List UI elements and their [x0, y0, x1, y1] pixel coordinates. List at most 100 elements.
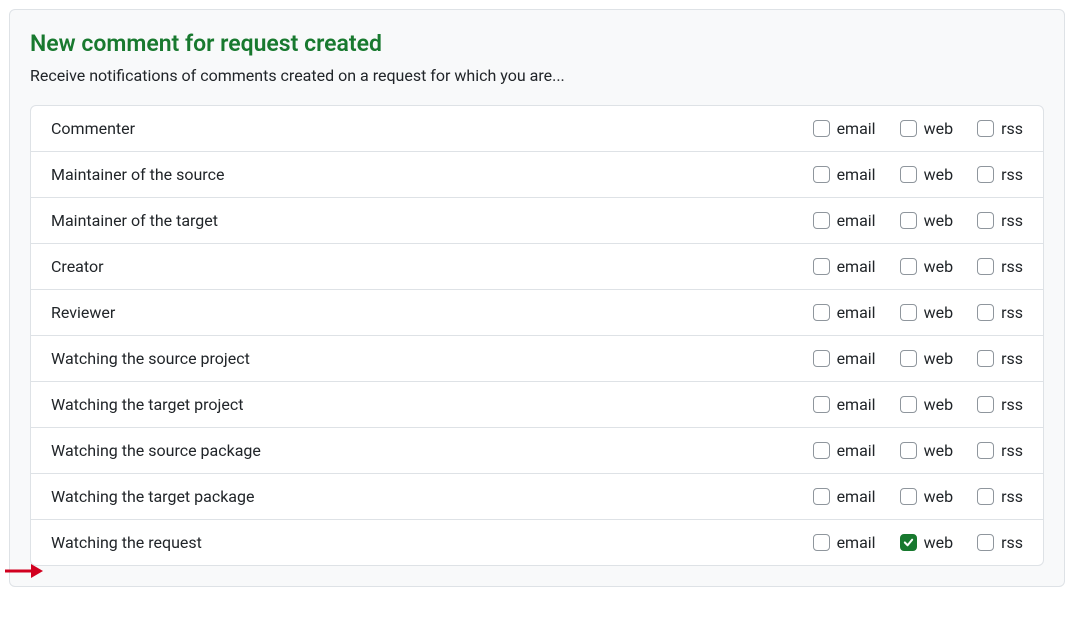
section-subtitle: Receive notifications of comments create…: [30, 66, 1044, 85]
rss-checkbox[interactable]: [977, 350, 994, 367]
web-option[interactable]: web: [900, 303, 954, 322]
email-checkbox[interactable]: [813, 534, 830, 551]
email-label: email: [837, 119, 876, 138]
web-checkbox[interactable]: [900, 258, 917, 275]
rss-checkbox[interactable]: [977, 488, 994, 505]
web-checkbox[interactable]: [900, 534, 917, 551]
rss-checkbox[interactable]: [977, 258, 994, 275]
rss-option[interactable]: rss: [977, 487, 1023, 506]
web-option[interactable]: web: [900, 257, 954, 276]
row-label: Watching the request: [51, 533, 813, 552]
table-row: Maintainer of the target email web rss: [31, 198, 1043, 244]
email-option[interactable]: email: [813, 119, 876, 138]
rss-option[interactable]: rss: [977, 395, 1023, 414]
web-option[interactable]: web: [900, 487, 954, 506]
web-checkbox[interactable]: [900, 488, 917, 505]
row-label: Commenter: [51, 119, 813, 138]
email-checkbox[interactable]: [813, 488, 830, 505]
notification-role-list: Commenter email web rss Maintainer of the so…: [30, 105, 1044, 566]
web-label: web: [924, 533, 954, 552]
email-option[interactable]: email: [813, 303, 876, 322]
rss-checkbox[interactable]: [977, 120, 994, 137]
rss-checkbox[interactable]: [977, 442, 994, 459]
web-checkbox[interactable]: [900, 166, 917, 183]
channel-group: email web rss: [813, 533, 1023, 552]
web-checkbox[interactable]: [900, 120, 917, 137]
web-option[interactable]: web: [900, 441, 954, 460]
rss-label: rss: [1001, 395, 1023, 414]
notification-section-card: New comment for request created Receive …: [9, 9, 1065, 587]
web-label: web: [924, 303, 954, 322]
rss-checkbox[interactable]: [977, 166, 994, 183]
rss-option[interactable]: rss: [977, 119, 1023, 138]
email-checkbox[interactable]: [813, 304, 830, 321]
channel-group: email web rss: [813, 303, 1023, 322]
email-checkbox[interactable]: [813, 166, 830, 183]
email-checkbox[interactable]: [813, 396, 830, 413]
rss-checkbox[interactable]: [977, 212, 994, 229]
table-row: Creatoremail web rss: [31, 244, 1043, 290]
row-label: Watching the target package: [51, 487, 813, 506]
email-option[interactable]: email: [813, 349, 876, 368]
rss-checkbox[interactable]: [977, 534, 994, 551]
email-label: email: [837, 349, 876, 368]
rss-label: rss: [1001, 211, 1023, 230]
web-option[interactable]: web: [900, 119, 954, 138]
rss-label: rss: [1001, 533, 1023, 552]
channel-group: email web rss: [813, 487, 1023, 506]
section-title: New comment for request created: [30, 30, 1044, 58]
table-row: Commenter email web rss: [31, 106, 1043, 152]
email-label: email: [837, 211, 876, 230]
channel-group: email web rss: [813, 349, 1023, 368]
table-row: Watching the source projectemailwebrss: [31, 336, 1043, 382]
rss-option[interactable]: rss: [977, 303, 1023, 322]
email-checkbox[interactable]: [813, 442, 830, 459]
row-label: Maintainer of the target: [51, 211, 813, 230]
email-checkbox[interactable]: [813, 212, 830, 229]
web-checkbox[interactable]: [900, 396, 917, 413]
email-option[interactable]: email: [813, 257, 876, 276]
rss-option[interactable]: rss: [977, 257, 1023, 276]
web-checkbox[interactable]: [900, 304, 917, 321]
row-label: Creator: [51, 257, 813, 276]
rss-option[interactable]: rss: [977, 349, 1023, 368]
email-checkbox[interactable]: [813, 350, 830, 367]
channel-group: email web rss: [813, 441, 1023, 460]
web-option[interactable]: web: [900, 395, 954, 414]
web-checkbox[interactable]: [900, 350, 917, 367]
web-label: web: [924, 211, 954, 230]
rss-checkbox[interactable]: [977, 396, 994, 413]
web-label: web: [924, 349, 954, 368]
row-label: Maintainer of the source: [51, 165, 813, 184]
email-option[interactable]: email: [813, 487, 876, 506]
channel-group: email web rss: [813, 119, 1023, 138]
email-option[interactable]: email: [813, 211, 876, 230]
email-label: email: [837, 441, 876, 460]
web-checkbox[interactable]: [900, 442, 917, 459]
web-label: web: [924, 487, 954, 506]
email-label: email: [837, 303, 876, 322]
rss-label: rss: [1001, 303, 1023, 322]
rss-checkbox[interactable]: [977, 304, 994, 321]
table-row: Watching the target projectemailwebrss: [31, 382, 1043, 428]
rss-label: rss: [1001, 487, 1023, 506]
web-option[interactable]: web: [900, 211, 954, 230]
web-option[interactable]: web: [900, 165, 954, 184]
email-checkbox[interactable]: [813, 258, 830, 275]
rss-label: rss: [1001, 349, 1023, 368]
table-row: Watching the source packageemailwebrss: [31, 428, 1043, 474]
rss-option[interactable]: rss: [977, 211, 1023, 230]
rss-option[interactable]: rss: [977, 165, 1023, 184]
web-option[interactable]: web: [900, 349, 954, 368]
web-checkbox[interactable]: [900, 212, 917, 229]
web-option[interactable]: web: [900, 533, 954, 552]
email-option[interactable]: email: [813, 395, 876, 414]
email-checkbox[interactable]: [813, 120, 830, 137]
rss-option[interactable]: rss: [977, 441, 1023, 460]
email-option[interactable]: email: [813, 165, 876, 184]
rss-option[interactable]: rss: [977, 533, 1023, 552]
web-label: web: [924, 257, 954, 276]
email-option[interactable]: email: [813, 533, 876, 552]
email-option[interactable]: email: [813, 441, 876, 460]
channel-group: email web rss: [813, 211, 1023, 230]
